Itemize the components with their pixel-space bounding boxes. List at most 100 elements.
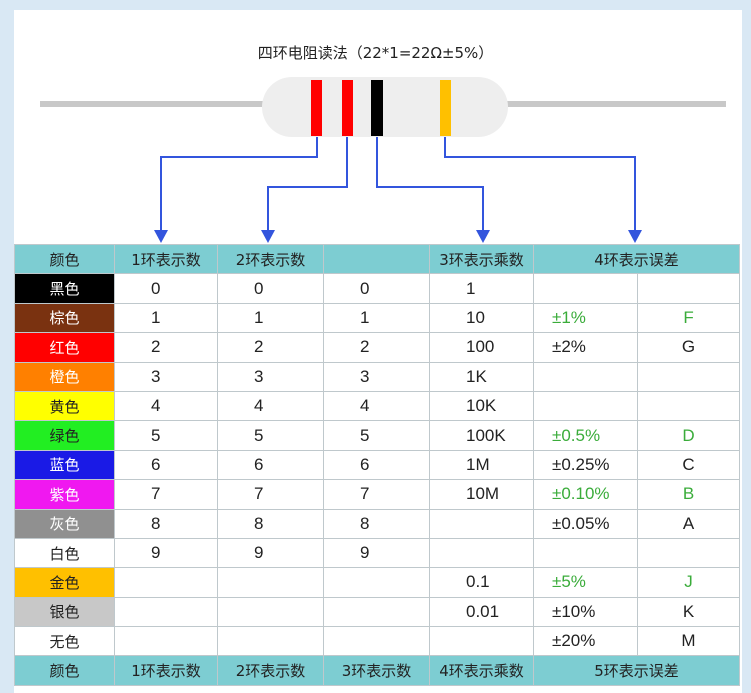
band-2-digit-cell: 3 <box>217 361 324 392</box>
footer-tolerance: 5环表示误差 <box>532 655 741 686</box>
color-name-cell: 白色 <box>14 537 115 569</box>
color-name-cell: 黄色 <box>14 390 115 422</box>
color-name-cell: 红色 <box>14 332 115 363</box>
tolerance-cell <box>533 273 638 304</box>
multiplier-cell: 1K <box>429 361 534 392</box>
tolerance-code-cell <box>636 361 741 392</box>
color-name-cell: 黑色 <box>14 273 115 304</box>
tolerance-code-cell: C <box>636 449 741 481</box>
table-header-row: 颜色 1环表示数 2环表示数 3环表示乘数 4环表示误差 <box>14 243 741 275</box>
band-1-digit-cell: 7 <box>114 479 218 510</box>
resistor-band-1 <box>311 80 322 136</box>
header-multiplier: 3环表示乘数 <box>429 243 534 275</box>
tolerance-code-cell: A <box>636 508 741 539</box>
resistor-band-2 <box>342 80 353 136</box>
band-2-arrowhead <box>261 230 275 243</box>
band-2-pointer-line <box>267 137 348 230</box>
color-name-cell: 棕色 <box>14 302 115 334</box>
table-row: 橙色 3 3 3 1K <box>14 361 741 392</box>
table-row: 灰色 8 8 8 ±0.05% A <box>14 508 741 539</box>
band-4-pointer-line <box>444 137 636 230</box>
multiplier-cell: 1 <box>429 273 534 304</box>
band-3-digit-cell: 5 <box>323 420 430 451</box>
tolerance-cell: ±20% <box>533 626 638 657</box>
band-2-digit-cell <box>217 596 324 628</box>
tolerance-cell: ±0.25% <box>533 449 638 481</box>
tolerance-code-cell <box>636 537 741 569</box>
color-name-cell: 橙色 <box>14 361 115 392</box>
band-4-arrowhead <box>628 230 642 243</box>
multiplier-cell <box>429 537 534 569</box>
header-band-3 <box>323 243 430 275</box>
band-3-digit-cell: 2 <box>323 332 430 363</box>
band-1-digit-cell <box>114 567 218 598</box>
footer-band-3: 3环表示数 <box>323 655 430 686</box>
footer-color: 颜色 <box>14 655 115 686</box>
color-name-cell: 蓝色 <box>14 449 115 481</box>
band-1-digit-cell: 0 <box>114 273 218 304</box>
band-1-digit-cell: 5 <box>114 420 218 451</box>
tolerance-code-cell <box>636 273 741 304</box>
band-1-digit-cell <box>114 596 218 628</box>
header-band-1: 1环表示数 <box>114 243 218 275</box>
color-name-cell: 无色 <box>14 626 115 657</box>
table-row: 蓝色 6 6 6 1M ±0.25% C <box>14 449 741 481</box>
table-row: 棕色 1 1 1 10 ±1% F <box>14 302 741 334</box>
multiplier-cell: 0.1 <box>429 567 534 598</box>
band-2-digit-cell <box>217 626 324 657</box>
band-3-digit-cell: 0 <box>323 273 430 304</box>
table-row: 银色 0.01 ±10% K <box>14 596 741 628</box>
table-row: 绿色 5 5 5 100K ±0.5% D <box>14 420 741 451</box>
band-3-pointer-line <box>376 137 484 230</box>
color-code-table: 颜色 1环表示数 2环表示数 3环表示乘数 4环表示误差 黑色 0 0 0 1 棕色 1 1 1… <box>14 243 741 686</box>
multiplier-cell: 10K <box>429 390 534 422</box>
color-name-cell: 银色 <box>14 596 115 628</box>
tolerance-cell: ±0.10% <box>533 479 638 510</box>
header-band-2: 2环表示数 <box>217 243 324 275</box>
band-3-digit-cell: 4 <box>323 390 430 422</box>
band-1-digit-cell: 8 <box>114 508 218 539</box>
table-row: 黄色 4 4 4 10K <box>14 390 741 422</box>
band-2-digit-cell: 0 <box>217 273 324 304</box>
table-row: 无色 ±20% M <box>14 626 741 657</box>
band-3-digit-cell: 3 <box>323 361 430 392</box>
band-2-digit-cell: 7 <box>217 479 324 510</box>
band-1-digit-cell: 6 <box>114 449 218 481</box>
band-2-digit-cell: 9 <box>217 537 324 569</box>
tolerance-cell: ±5% <box>533 567 638 598</box>
footer-multiplier: 4环表示乘数 <box>429 655 534 686</box>
table-row: 红色 2 2 2 100 ±2% G <box>14 332 741 363</box>
header-color: 颜色 <box>14 243 115 275</box>
tolerance-code-cell: K <box>636 596 741 628</box>
band-2-digit-cell: 8 <box>217 508 324 539</box>
multiplier-cell <box>429 626 534 657</box>
footer-band-1: 1环表示数 <box>114 655 218 686</box>
multiplier-cell: 0.01 <box>429 596 534 628</box>
band-1-digit-cell: 1 <box>114 302 218 334</box>
table-row: 紫色 7 7 7 10M ±0.10% B <box>14 479 741 510</box>
band-1-digit-cell <box>114 626 218 657</box>
header-tolerance: 4环表示误差 <box>532 243 741 275</box>
tolerance-cell: ±0.5% <box>533 420 638 451</box>
table-row: 白色 9 9 9 <box>14 537 741 569</box>
tolerance-cell: ±1% <box>533 302 638 334</box>
tolerance-cell <box>533 361 638 392</box>
multiplier-cell: 100K <box>429 420 534 451</box>
multiplier-cell: 1M <box>429 449 534 481</box>
band-2-digit-cell: 5 <box>217 420 324 451</box>
tolerance-code-cell: F <box>636 302 741 334</box>
table-row: 黑色 0 0 0 1 <box>14 273 741 304</box>
band-1-digit-cell: 3 <box>114 361 218 392</box>
tolerance-code-cell: J <box>636 567 741 598</box>
band-3-digit-cell: 7 <box>323 479 430 510</box>
band-2-digit-cell <box>217 567 324 598</box>
resistor-diagram <box>40 77 726 243</box>
resistor-band-3 <box>371 80 383 136</box>
band-3-digit-cell: 9 <box>323 537 430 569</box>
band-2-digit-cell: 2 <box>217 332 324 363</box>
band-3-digit-cell <box>323 567 430 598</box>
band-3-digit-cell: 1 <box>323 302 430 334</box>
band-2-digit-cell: 6 <box>217 449 324 481</box>
band-3-digit-cell <box>323 626 430 657</box>
tolerance-code-cell <box>636 390 741 422</box>
